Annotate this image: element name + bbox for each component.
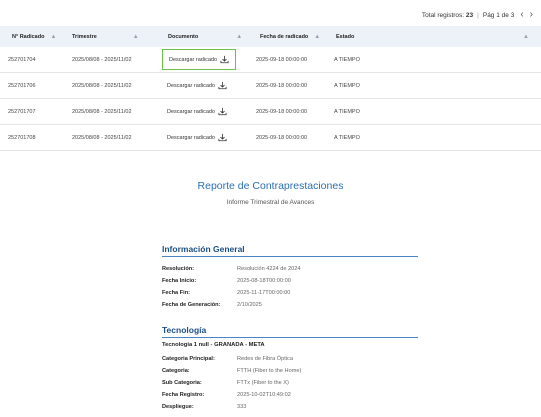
column-header-documento[interactable]: Documento ▲ [156, 26, 256, 47]
next-page-button[interactable]: › [530, 10, 533, 20]
download-icon [218, 133, 227, 142]
total-records: Total registros: 23 [422, 12, 473, 19]
report-preview: Reporte de Contraprestaciones Informe Tr… [0, 180, 541, 206]
pagination-bar: Total registros: 23 | Pág 1 de 3 ‹ › [422, 8, 533, 22]
sort-arrow-icon[interactable]: ▲ [133, 34, 139, 40]
cell-documento: Descargar radicado [156, 49, 256, 70]
section-heading: Tecnología [162, 325, 418, 338]
column-header-fecha[interactable]: Fecha de radicado ▲ [256, 26, 328, 47]
info-row: Sub Categoria: FTTx (Fiber to the X) [162, 379, 289, 386]
section-heading: Información General [162, 244, 418, 257]
table-row: 252701706 2025/08/08 - 2025/11/02 Descar… [0, 73, 541, 99]
table-body: 252701704 2025/08/08 - 2025/11/02 Descar… [0, 47, 541, 151]
cell-estado: A TIEMPO [334, 56, 360, 63]
cell-estado: A TIEMPO [334, 108, 360, 115]
cell-trimestre: 2025/08/08 - 2025/11/02 [72, 56, 132, 63]
download-radicado-button[interactable]: Descargar radicado [162, 129, 232, 146]
prev-page-button[interactable]: ‹ [520, 10, 523, 20]
cell-radicado: 252701706 [8, 82, 36, 89]
cell-documento: Descargar radicado [156, 77, 256, 94]
info-row: Resolución: Resolución 4224 de 2024 [162, 265, 301, 272]
column-header-extra[interactable]: ▲ [408, 26, 541, 47]
download-radicado-button[interactable]: Descargar radicado [162, 77, 232, 94]
cell-trimestre: 2025/08/08 - 2025/11/02 [72, 134, 132, 141]
cell-fecha: 2025-09-18 00:00:00 [256, 82, 308, 89]
cell-fecha: 2025-09-18 00:00:00 [256, 108, 308, 115]
report-title: Reporte de Contraprestaciones [197, 180, 344, 192]
info-row: Fecha Registro: 2025-10-02T10:49:02 [162, 391, 291, 398]
tecnologia-section: Tecnología Tecnologia 1 null - GRANADA -… [162, 325, 418, 411]
sort-arrow-icon[interactable]: ▲ [50, 34, 56, 40]
info-row: Fecha Fin: 2025-11-17T00:00:00 [162, 289, 291, 296]
download-icon [218, 81, 227, 90]
download-icon [218, 107, 227, 116]
report-subtitle: Informe Trimestral de Avances [226, 199, 315, 206]
tecnologia-subheading: Tecnologia 1 null - GRANADA - META [162, 342, 265, 348]
total-records-label: Total registros: [421, 11, 465, 19]
sort-arrow-icon[interactable]: ▲ [523, 34, 529, 40]
cell-estado: A TIEMPO [334, 82, 360, 89]
radicados-table: N° Radicado ▲ Trimestre ▲ Documento ▲ Fecha… [0, 26, 541, 151]
column-header-radicado[interactable]: N° Radicado ▲ [0, 26, 60, 47]
download-icon [220, 55, 229, 64]
cell-radicado: 252701708 [8, 134, 36, 141]
total-records-value: 23 [465, 11, 474, 19]
cell-trimestre: 2025/08/08 - 2025/11/02 [72, 108, 132, 115]
sort-arrow-icon[interactable]: ▲ [236, 34, 242, 40]
cell-fecha: 2025-09-18 00:00:00 [256, 56, 308, 63]
cell-documento: Descargar radicado [156, 129, 256, 146]
general-info-section: Información General Resolución: Resolució… [162, 244, 418, 309]
info-row: Fecha de Generación: 2/10/2025 [162, 301, 262, 308]
cell-radicado: 252701707 [8, 108, 36, 115]
download-radicado-button[interactable]: Descargar radicado [162, 103, 232, 120]
page-indicator: Pág 1 de 3 [482, 11, 515, 19]
cell-trimestre: 2025/08/08 - 2025/11/02 [72, 82, 132, 89]
download-radicado-button[interactable]: Descargar radicado [162, 49, 236, 70]
info-row: Categoria Principal: Redes de Fibra Óptic… [162, 355, 293, 362]
cell-estado: A TIEMPO [334, 134, 360, 141]
info-row: Categoria: FTTH (Fiber to the Home) [162, 367, 302, 374]
sort-arrow-icon[interactable]: ▲ [314, 34, 320, 40]
column-header-trimestre[interactable]: Trimestre ▲ [60, 26, 156, 47]
cell-documento: Descargar radicado [156, 103, 256, 120]
info-row: Fecha Inicio: 2025-08-18T00:00:00 [162, 277, 291, 284]
cell-fecha: 2025-09-18 00:00:00 [256, 134, 308, 141]
cell-radicado: 252701704 [8, 56, 36, 63]
info-row: Despliegue: 333 [162, 403, 247, 410]
table-row: 252701707 2025/08/08 - 2025/11/02 Descar… [0, 99, 541, 125]
column-header-estado[interactable]: Estado [328, 26, 408, 47]
table-header: N° Radicado ▲ Trimestre ▲ Documento ▲ Fecha… [0, 26, 541, 47]
divider: | [477, 11, 479, 19]
table-row: 252701704 2025/08/08 - 2025/11/02 Descar… [0, 47, 541, 73]
table-row: 252701708 2025/08/08 - 2025/11/02 Descar… [0, 125, 541, 151]
